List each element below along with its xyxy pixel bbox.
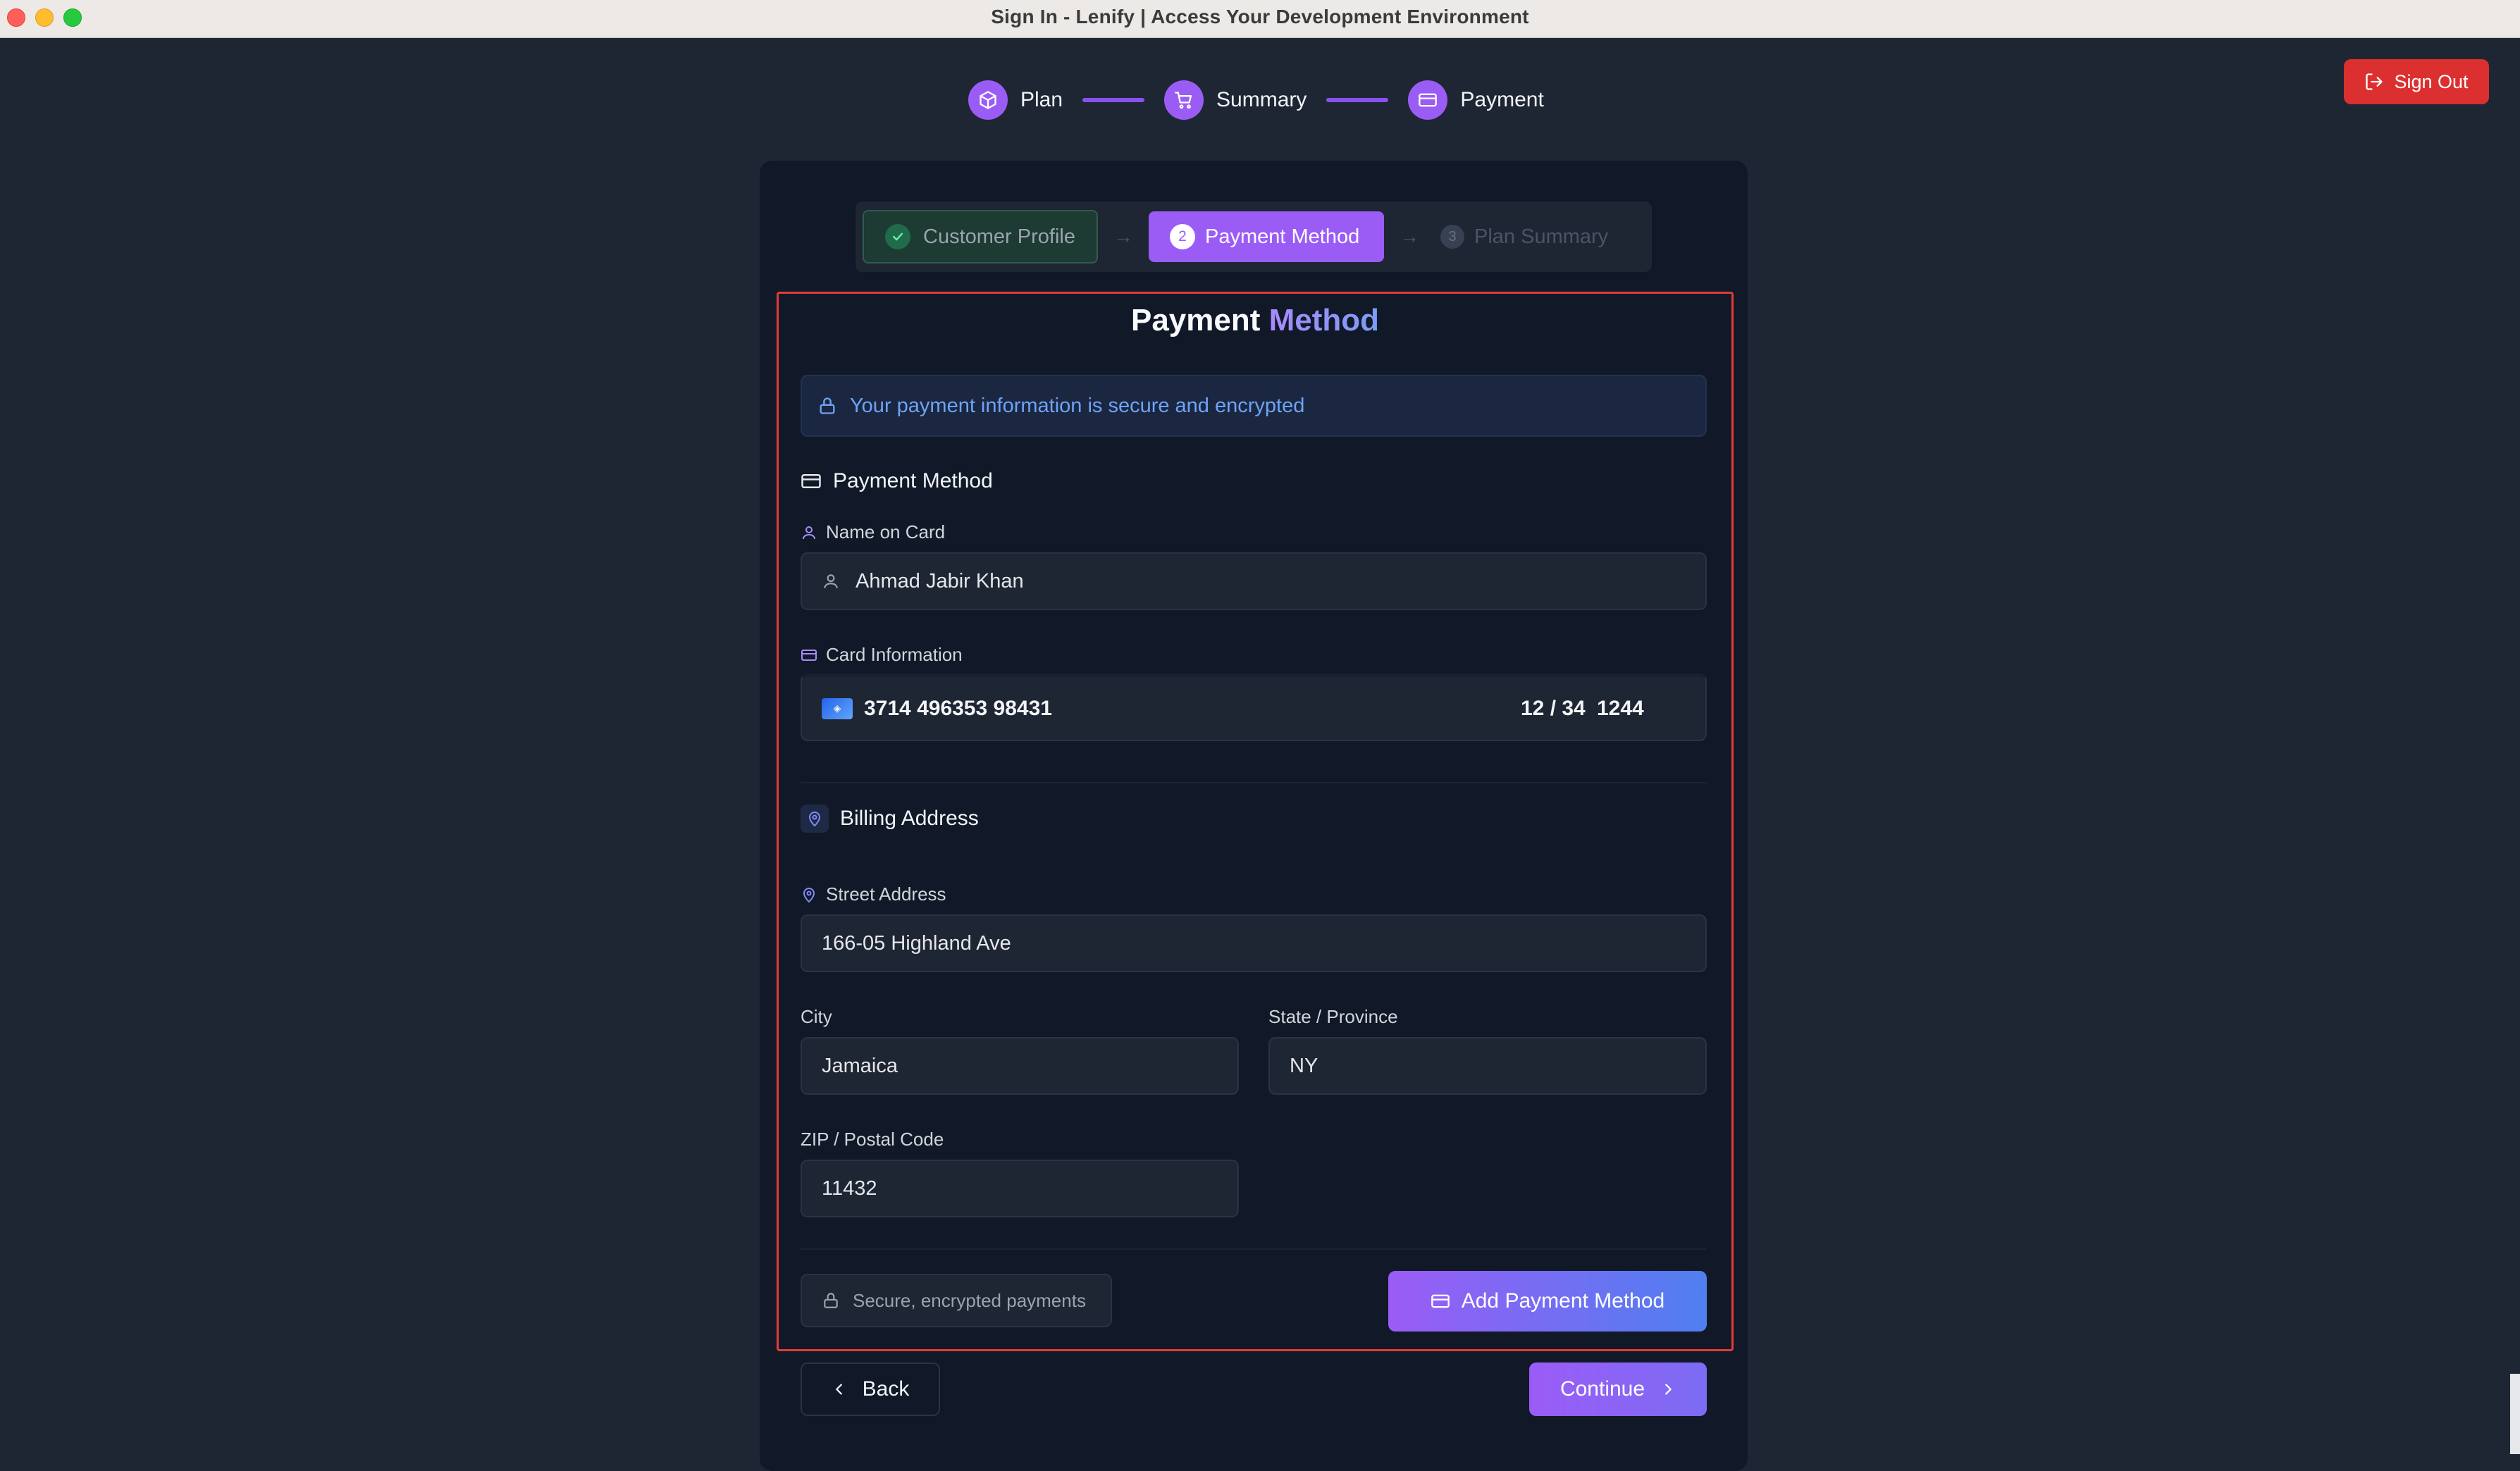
- label-text: State / Province: [1268, 1006, 1398, 1027]
- window-title: Sign In - Lenify | Access Your Developme…: [991, 6, 1529, 27]
- state-input[interactable]: NY: [1268, 1037, 1707, 1095]
- label-text: Street Address: [826, 883, 946, 905]
- check-icon: [885, 224, 910, 249]
- step-number-badge: 2: [1170, 224, 1195, 249]
- input-value: 166-05 Highland Ave: [822, 931, 1011, 955]
- name-on-card-input[interactable]: Ahmad Jabir Khan: [801, 552, 1707, 610]
- secure-notice-text: Your payment information is secure and e…: [850, 394, 1305, 417]
- window-titlebar: Sign In - Lenify | Access Your Developme…: [0, 0, 2520, 38]
- scrollbar[interactable]: [2510, 1374, 2520, 1454]
- street-address-input[interactable]: 166-05 Highland Ave: [801, 914, 1707, 972]
- package-icon: [968, 80, 1008, 120]
- back-button[interactable]: Back: [801, 1363, 940, 1416]
- secure-notice-banner: Your payment information is secure and e…: [801, 375, 1707, 437]
- card-brand-icon: ◈: [822, 697, 853, 719]
- user-icon: [803, 526, 815, 539]
- section-label: Payment Method: [833, 469, 993, 492]
- user-icon: [824, 574, 838, 588]
- credit-card-icon: [801, 649, 817, 661]
- city-input[interactable]: Jamaica: [801, 1037, 1239, 1095]
- lock-icon: [820, 397, 835, 414]
- button-label: Continue: [1559, 1377, 1645, 1401]
- substep-plan-summary[interactable]: 3 Plan Summary: [1435, 225, 1608, 249]
- form-title-main: Payment: [1130, 303, 1261, 337]
- arrow-right-icon: →: [1400, 225, 1419, 247]
- stepper-step-payment[interactable]: Payment: [1408, 80, 1544, 120]
- label-text: City: [801, 1006, 832, 1027]
- label-text: Card Information: [826, 644, 963, 665]
- stepper-label: Payment: [1460, 88, 1544, 111]
- map-pin-icon: [801, 805, 829, 833]
- input-value: Jamaica: [822, 1054, 898, 1077]
- credit-card-icon: [1408, 80, 1448, 120]
- button-label: Add Payment Method: [1461, 1289, 1665, 1312]
- form-title: Payment Method: [777, 303, 1734, 338]
- state-label: State / Province: [1268, 1006, 1398, 1028]
- substep-customer-profile[interactable]: Customer Profile: [863, 210, 1098, 263]
- button-label: Back: [862, 1377, 910, 1401]
- stepper-label: Summary: [1216, 88, 1307, 111]
- card-number-value[interactable]: 3714 496353 98431: [864, 697, 1052, 721]
- cart-icon: [1164, 80, 1204, 120]
- form-title-accent: Method: [1268, 303, 1380, 337]
- stepper-step-summary[interactable]: Summary: [1164, 80, 1307, 120]
- stepper-connector: [1082, 98, 1145, 102]
- label-text: ZIP / Postal Code: [801, 1129, 944, 1150]
- sub-stepper: Customer Profile → 2 Payment Method → 3 …: [856, 201, 1652, 272]
- stepper-connector: [1326, 98, 1389, 102]
- street-address-label: Street Address: [801, 883, 946, 905]
- add-payment-method-button[interactable]: Add Payment Method: [1388, 1271, 1707, 1332]
- sign-out-label: Sign Out: [2394, 70, 2469, 92]
- step-number-badge: 3: [1440, 225, 1464, 249]
- input-value: 11432: [822, 1177, 877, 1200]
- name-on-card-label: Name on Card: [801, 521, 945, 543]
- arrow-right-icon: →: [1113, 225, 1133, 247]
- credit-card-icon: [1431, 1294, 1450, 1308]
- section-divider: [801, 1248, 1707, 1250]
- lock-icon: [824, 1293, 838, 1308]
- card-expiry-value[interactable]: 12 / 34: [1521, 697, 1586, 721]
- substep-payment-method[interactable]: 2 Payment Method: [1149, 211, 1384, 262]
- checkout-stepper: Plan Summary Payment: [968, 79, 1544, 121]
- payment-method-heading: Payment Method: [801, 469, 993, 493]
- city-label: City: [801, 1006, 832, 1028]
- substep-label: Plan Summary: [1474, 225, 1609, 248]
- chevron-left-icon: [835, 1384, 842, 1395]
- card-information-label: Card Information: [801, 644, 963, 666]
- card-information-input[interactable]: ◈ 3714 496353 98431 12 / 34 1244: [801, 674, 1707, 741]
- zip-label: ZIP / Postal Code: [801, 1129, 944, 1150]
- substep-label: Customer Profile: [923, 225, 1075, 248]
- section-label: Billing Address: [840, 807, 979, 830]
- billing-address-heading: Billing Address: [801, 805, 979, 833]
- map-pin-icon: [803, 887, 815, 902]
- stepper-step-plan[interactable]: Plan: [968, 80, 1063, 120]
- card-cvc-value[interactable]: 1244: [1597, 697, 1644, 721]
- zip-input[interactable]: 11432: [801, 1160, 1239, 1217]
- secure-payments-badge: Secure, encrypted payments: [801, 1274, 1112, 1327]
- continue-button[interactable]: Continue: [1529, 1363, 1707, 1416]
- substep-label: Payment Method: [1205, 225, 1360, 248]
- credit-card-icon: [801, 474, 821, 488]
- logout-icon: [2366, 73, 2383, 90]
- stepper-label: Plan: [1020, 88, 1063, 111]
- secure-chip-text: Secure, encrypted payments: [853, 1289, 1086, 1311]
- input-value: NY: [1290, 1054, 1318, 1077]
- input-value: Ahmad Jabir Khan: [856, 569, 1024, 592]
- chevron-right-icon: [1665, 1384, 1672, 1395]
- sign-out-button[interactable]: Sign Out: [2344, 59, 2489, 104]
- label-text: Name on Card: [826, 521, 946, 542]
- section-divider: [801, 782, 1707, 783]
